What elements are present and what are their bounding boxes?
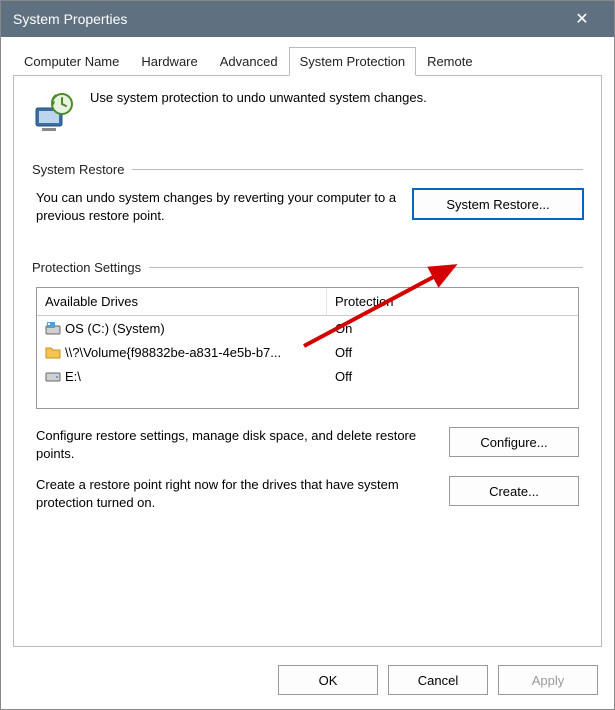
create-button[interactable]: Create... <box>449 476 579 506</box>
create-row: Create a restore point right now for the… <box>32 476 583 511</box>
system-properties-window: System Properties ✕ Computer Name Hardwa… <box>0 0 615 710</box>
table-row[interactable]: \\?\Volume{f98832be-a831-4e5b-b7... Off <box>37 340 578 364</box>
os-drive-icon <box>45 320 61 336</box>
configure-description: Configure restore settings, manage disk … <box>36 427 437 462</box>
drive-protection: Off <box>327 342 578 362</box>
group-label-protection-settings: Protection Settings <box>32 260 583 275</box>
drive-name: OS (C:) (System) <box>65 321 165 336</box>
folder-icon <box>45 344 61 360</box>
divider <box>132 169 583 170</box>
ok-button[interactable]: OK <box>278 665 378 695</box>
drive-protection: Off <box>327 366 578 386</box>
system-restore-row: You can undo system changes by reverting… <box>32 189 583 224</box>
close-icon[interactable]: ✕ <box>562 9 602 29</box>
drive-name: E:\ <box>65 369 81 384</box>
system-restore-description: You can undo system changes by reverting… <box>32 189 401 224</box>
intro-text: Use system protection to undo unwanted s… <box>90 90 427 105</box>
dialog-footer: OK Cancel Apply <box>1 655 614 709</box>
drive-protection: On <box>327 318 578 338</box>
drives-table-header: Available Drives Protection <box>37 288 578 316</box>
titlebar: System Properties ✕ <box>1 1 614 37</box>
column-header-protection[interactable]: Protection <box>327 288 578 315</box>
tab-computer-name[interactable]: Computer Name <box>13 47 130 76</box>
drive-icon <box>45 368 61 384</box>
intro-section: Use system protection to undo unwanted s… <box>32 90 583 134</box>
window-title: System Properties <box>13 11 562 27</box>
drives-table-body: OS (C:) (System) On \\?\Volume{f98832be-… <box>37 316 578 408</box>
table-row[interactable]: OS (C:) (System) On <box>37 316 578 340</box>
system-restore-button[interactable]: System Restore... <box>413 189 583 219</box>
apply-button[interactable]: Apply <box>498 665 598 695</box>
table-row[interactable]: E:\ Off <box>37 364 578 388</box>
column-header-drives[interactable]: Available Drives <box>37 288 327 315</box>
configure-button[interactable]: Configure... <box>449 427 579 457</box>
tab-strip: Computer Name Hardware Advanced System P… <box>1 37 614 76</box>
cancel-button[interactable]: Cancel <box>388 665 488 695</box>
system-protection-icon <box>32 90 76 134</box>
drive-name: \\?\Volume{f98832be-a831-4e5b-b7... <box>65 345 281 360</box>
tab-hardware[interactable]: Hardware <box>130 47 208 76</box>
divider <box>149 267 583 268</box>
group-label-system-restore: System Restore <box>32 162 583 177</box>
create-description: Create a restore point right now for the… <box>36 476 437 511</box>
tab-advanced[interactable]: Advanced <box>209 47 289 76</box>
tab-remote[interactable]: Remote <box>416 47 484 76</box>
tab-panel-system-protection: Use system protection to undo unwanted s… <box>13 75 602 647</box>
configure-row: Configure restore settings, manage disk … <box>32 427 583 462</box>
drives-table: Available Drives Protection OS (C:) (Sys… <box>36 287 579 409</box>
tab-system-protection[interactable]: System Protection <box>289 47 417 76</box>
